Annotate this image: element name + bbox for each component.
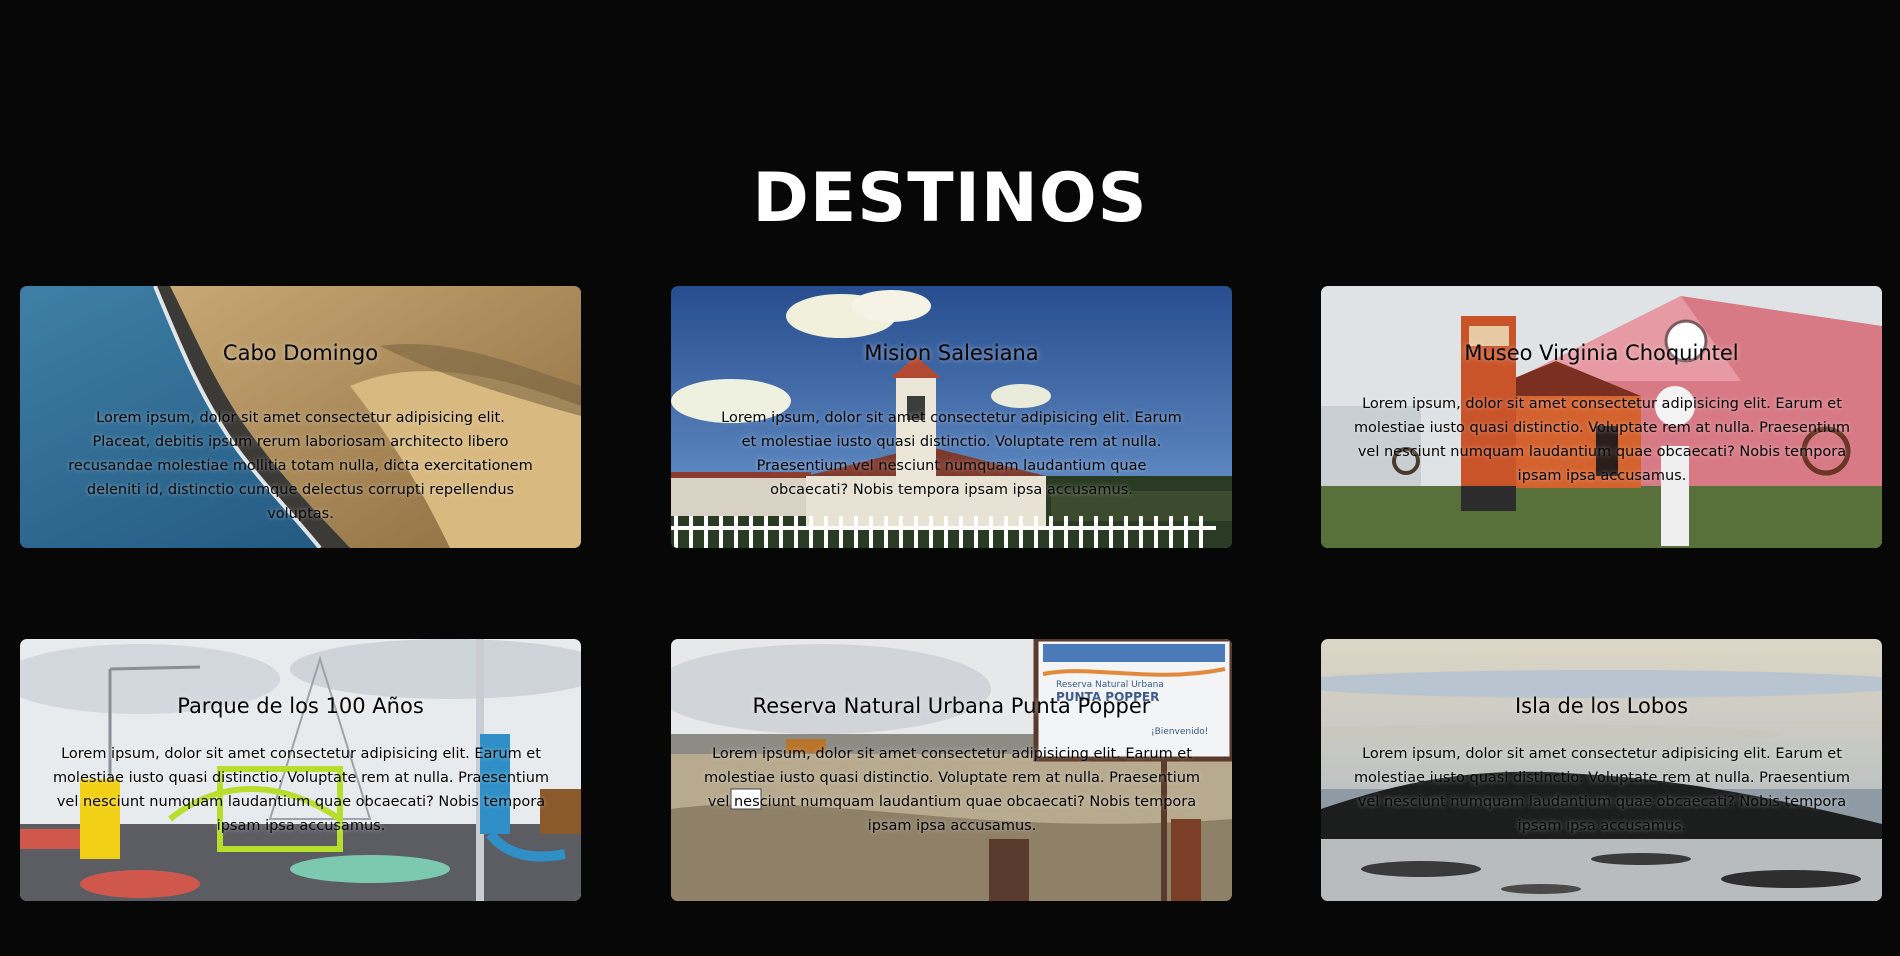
destination-card-punta-popper[interactable]: Reserva Natural Urbana PUNTA POPPER ¡Bie… xyxy=(671,639,1232,901)
card-title: Parque de los 100 Años xyxy=(177,694,424,718)
card-title: Isla de los Lobos xyxy=(1514,694,1689,718)
sign-line-1: Reserva Natural Urbana xyxy=(1056,680,1164,690)
card-title: Mision Salesiana xyxy=(864,341,1039,365)
card-description: Lorem ipsum, dolor sit amet consectetur … xyxy=(52,746,550,834)
card-description: Lorem ipsum, dolor sit amet consectetur … xyxy=(721,410,1182,498)
card-title: Reserva Natural Urbana Punta Popper xyxy=(752,694,1151,718)
destination-card-mision-salesiana[interactable]: Mision Salesiana Lorem ipsum, dolor sit … xyxy=(671,286,1232,548)
card-title: Cabo Domingo xyxy=(222,341,379,365)
destination-card-isla-de-los-lobos[interactable]: Isla de los Lobos Lorem ipsum, dolor sit… xyxy=(1321,639,1882,901)
destination-card-parque-100-anos[interactable]: Parque de los 100 Años Lorem ipsum, dolo… xyxy=(20,639,581,901)
card-description: Lorem ipsum, dolor sit amet consectetur … xyxy=(1353,746,1851,834)
sign-line-3: ¡Bienvenido! xyxy=(1151,727,1208,737)
card-title: Museo Virginia Choquintel xyxy=(1464,341,1739,365)
card-description: Lorem ipsum, dolor sit amet consectetur … xyxy=(703,746,1201,834)
page-title: DESTINOS xyxy=(752,158,1148,238)
card-description: Lorem ipsum, dolor sit amet consectetur … xyxy=(68,410,533,522)
destination-card-cabo-domingo[interactable]: Cabo Domingo Lorem ipsum, dolor sit amet… xyxy=(20,286,581,548)
card-description: Lorem ipsum, dolor sit amet consectetur … xyxy=(1353,396,1851,484)
destination-card-museo-virginia-choquintel[interactable]: Museo Virginia Choquintel Lorem ipsum, d… xyxy=(1321,286,1882,548)
